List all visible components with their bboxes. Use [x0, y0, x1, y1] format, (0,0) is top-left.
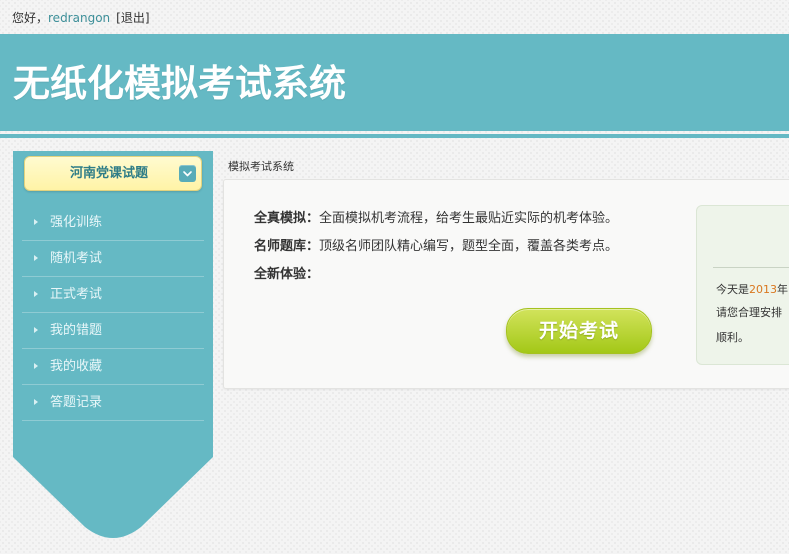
- feature-title: 全真模拟：: [254, 211, 320, 226]
- triangle-right-icon: [34, 399, 38, 405]
- triangle-right-icon: [34, 291, 38, 297]
- sidebar-item-intensive-training[interactable]: 强化训练: [22, 205, 204, 241]
- header-divider: [0, 134, 789, 138]
- sidebar-item-formal-exam[interactable]: 正式考试: [22, 277, 204, 313]
- sidebar-item-my-mistakes[interactable]: 我的错题: [22, 313, 204, 349]
- main-panel: 全真模拟：全面模拟机考流程，给考生最贴近实际的机考体验。 名师题库：顶级名师团队…: [223, 179, 789, 389]
- topbar: 您好，redrangon [退出]: [12, 9, 150, 27]
- greeting-text: 您好，: [12, 11, 49, 25]
- triangle-right-icon: [34, 327, 38, 333]
- course-select[interactable]: 河南党课试题: [24, 156, 202, 191]
- sidebar-item-label: 强化训练: [50, 215, 103, 230]
- feature-item: 全真模拟：全面模拟机考流程，给考生最贴近实际的机考体验。: [254, 209, 618, 229]
- sidebar-item-label: 答题记录: [50, 395, 103, 410]
- sidebar-item-label: 我的错题: [50, 323, 103, 338]
- feature-desc: 全面模拟机考流程，给考生最贴近实际的机考体验。: [319, 211, 619, 226]
- info-date-prefix: 今天是: [716, 283, 749, 296]
- sidebar-item-label: 正式考试: [50, 287, 103, 302]
- chevron-down-icon[interactable]: [179, 165, 196, 182]
- triangle-right-icon: [34, 363, 38, 369]
- info-divider: [713, 267, 789, 268]
- triangle-right-icon: [34, 255, 38, 261]
- feature-title: 名师题库：: [254, 239, 320, 254]
- info-text-line: 顺利。: [716, 331, 749, 344]
- sidebar-item-label: 我的收藏: [50, 359, 103, 374]
- feature-item: 全新体验：: [254, 265, 319, 285]
- start-exam-label: 开始考试: [538, 320, 619, 342]
- sidebar-item-my-favorites[interactable]: 我的收藏: [22, 349, 204, 385]
- feature-desc: 顶级名师团队精心编写，题型全面，覆盖各类考点。: [319, 239, 619, 254]
- info-date-line: 今天是2013年: [716, 280, 788, 300]
- info-date-suffix: 年: [777, 283, 788, 296]
- info-box: 今天是2013年 请您合理安排 顺利。: [696, 205, 789, 365]
- sidebar: 河南党课试题 强化训练 随机考试 正式考试 我的错题 我的收藏 答题记录: [13, 151, 213, 540]
- start-exam-button[interactable]: 开始考试: [506, 308, 652, 354]
- username-link[interactable]: redrangon: [48, 11, 110, 25]
- info-year: 2013: [749, 283, 777, 296]
- info-text-line: 请您合理安排: [716, 306, 782, 319]
- logout-link[interactable]: [退出]: [116, 11, 149, 25]
- site-title: 无纸化模拟考试系统: [13, 62, 346, 105]
- sidebar-item-label: 随机考试: [50, 251, 103, 266]
- sidebar-menu: 强化训练 随机考试 正式考试 我的错题 我的收藏 答题记录: [22, 205, 204, 421]
- header-banner: 无纸化模拟考试系统: [0, 34, 789, 131]
- triangle-right-icon: [34, 219, 38, 225]
- course-select-label: 河南党课试题: [69, 166, 148, 181]
- feature-title: 全新体验：: [254, 267, 320, 282]
- sidebar-item-answer-records[interactable]: 答题记录: [22, 385, 204, 421]
- breadcrumb: 模拟考试系统: [228, 160, 294, 173]
- sidebar-item-random-exam[interactable]: 随机考试: [22, 241, 204, 277]
- feature-item: 名师题库：顶级名师团队精心编写，题型全面，覆盖各类考点。: [254, 237, 618, 257]
